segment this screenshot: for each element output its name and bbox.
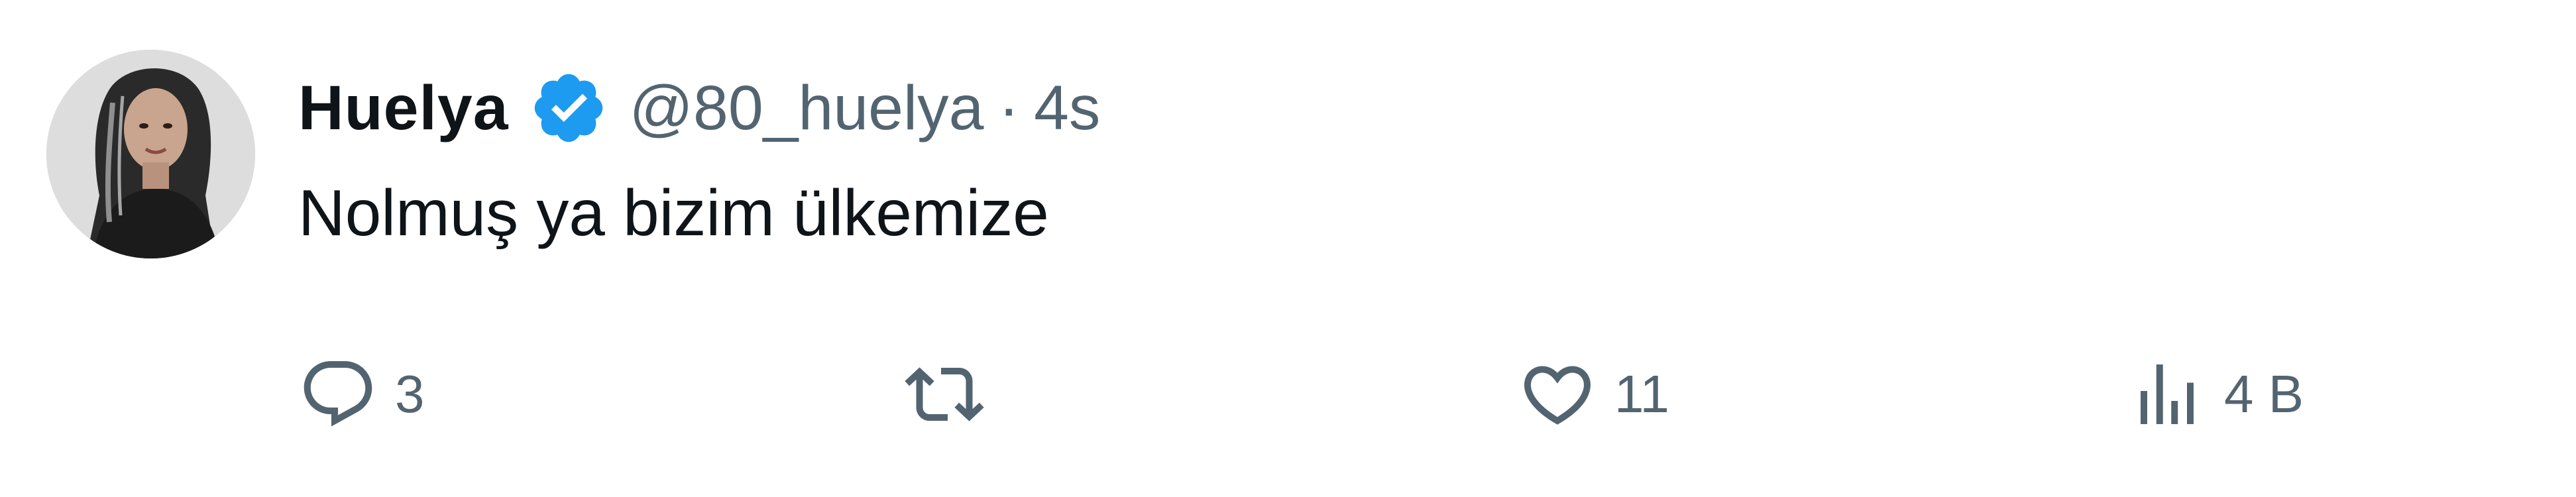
tweet[interactable]: Huelya @80_huelya · 4s Nolmuş ya bizim ü… [0,0,2576,497]
reply-count: 3 [395,364,425,423]
heart-icon [1518,355,1597,434]
handle[interactable]: @80_huelya [630,72,984,144]
like-button[interactable]: 11 [1518,345,1669,444]
reply-button[interactable]: 3 [298,345,425,444]
bar-chart-icon [2127,355,2207,434]
avatar-image [46,50,255,258]
display-name[interactable]: Huelya [298,72,509,144]
timestamp[interactable]: 4s [1034,72,1100,144]
retweet-button[interactable] [905,345,1001,444]
verified-badge-icon [529,68,608,148]
views-button[interactable]: 4 B [2127,345,2304,444]
views-count: 4 B [2224,364,2304,423]
like-count: 11 [1614,364,1670,423]
avatar[interactable] [46,50,255,258]
retweet-arrows-icon [905,355,984,434]
tweet-header: Huelya @80_huelya · 4s [298,58,1100,158]
tweet-text: Nolmuş ya bizim ülkemize [298,176,1049,249]
speech-bubble-icon [298,355,378,434]
separator-dot: · [998,72,1020,143]
action-bar: 3 11 4 B [298,345,2419,444]
